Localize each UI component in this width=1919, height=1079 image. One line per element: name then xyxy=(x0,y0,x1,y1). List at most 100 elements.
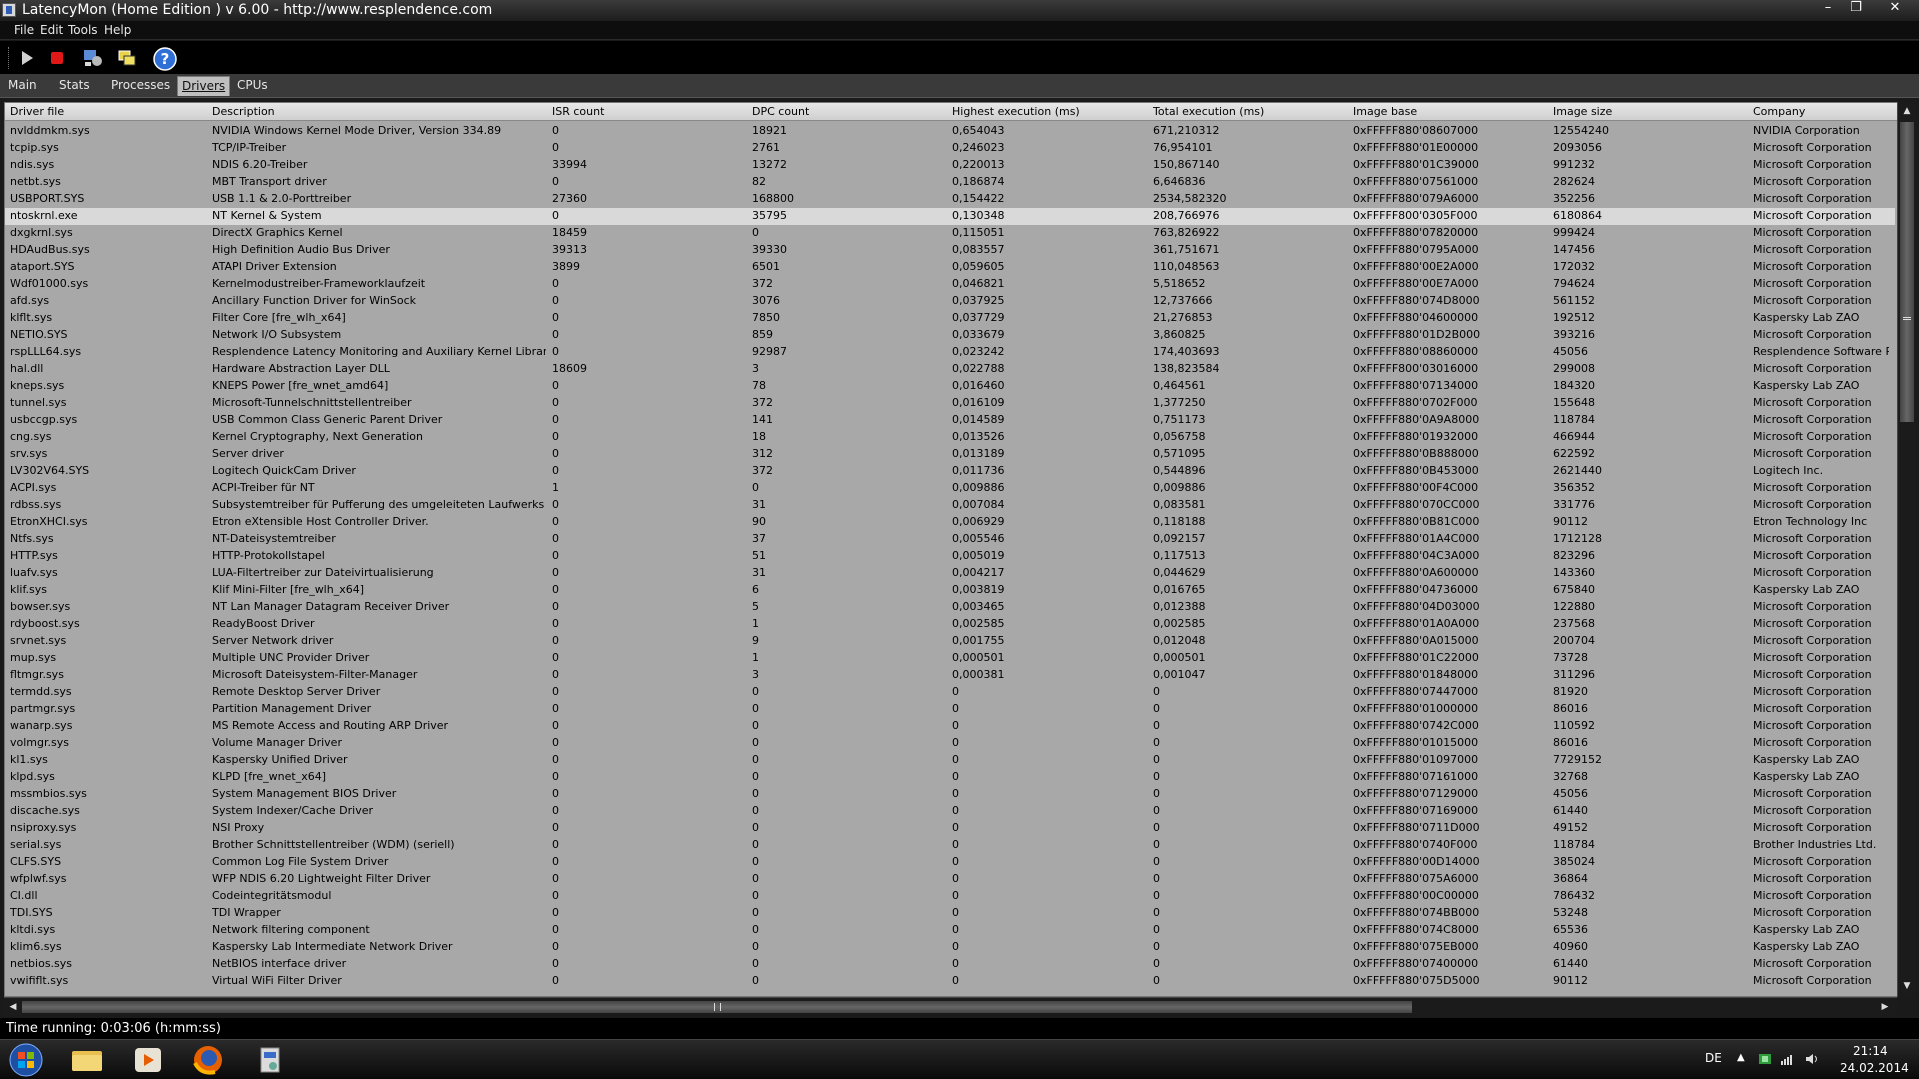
vertical-scrollbar[interactable]: ▲ ▼ xyxy=(1897,102,1915,997)
table-row[interactable]: ndis.sys NDIS 6.20-Treiber 33994 13272 0,220… xyxy=(5,157,1895,174)
table-row[interactable]: termdd.sys Remote Desktop Server Driver 0 0… xyxy=(5,684,1895,701)
header-col-description[interactable]: Description xyxy=(212,105,275,118)
table-row[interactable]: hal.dll Hardware Abstraction Layer DLL 186… xyxy=(5,361,1895,378)
table-row[interactable]: fltmgr.sys Microsoft Dateisystem-Filter-M… xyxy=(5,667,1895,684)
scroll-left-icon[interactable]: ◀ xyxy=(7,1001,19,1013)
table-row[interactable]: CI.dll Codeintegritätsmodul 0 0 0 0 0xFFFFF880… xyxy=(5,888,1895,905)
maximize-button[interactable]: ❐ xyxy=(1843,0,1869,18)
menu-help[interactable]: Help xyxy=(104,23,131,37)
cell-driver-file: tunnel.sys xyxy=(10,396,67,409)
table-row[interactable]: kl1.sys Kaspersky Unified Driver 0 0 0 0 0xFFF… xyxy=(5,752,1895,769)
language-indicator[interactable]: DE xyxy=(1705,1051,1722,1065)
table-row[interactable]: srvnet.sys Server Network driver 0 9 0,00175… xyxy=(5,633,1895,650)
table-row[interactable]: wfplwf.sys WFP NDIS 6.20 Lightweight Filt… xyxy=(5,871,1895,888)
play-icon[interactable] xyxy=(16,47,38,69)
header-col-highest-execution[interactable]: Highest execution (ms) xyxy=(952,105,1080,118)
minimize-button[interactable]: – xyxy=(1815,0,1841,18)
table-row[interactable]: partmgr.sys Partition Management Driver 0 0… xyxy=(5,701,1895,718)
scroll-down-icon[interactable]: ▼ xyxy=(1901,980,1913,992)
table-row[interactable]: rdyboost.sys ReadyBoost Driver 0 1 0,002585 0… xyxy=(5,616,1895,633)
scroll-up-icon[interactable]: ▲ xyxy=(1901,105,1913,117)
windows-start-icon[interactable] xyxy=(5,1043,55,1077)
horizontal-scrollbar[interactable]: ◀ ▶ xyxy=(4,997,1897,1015)
tab-drivers[interactable]: Drivers xyxy=(177,76,231,96)
menu-file[interactable]: File xyxy=(14,23,34,37)
table-row[interactable]: vwififlt.sys Virtual WiFi Filter Driver 0 0… xyxy=(5,973,1895,990)
drivers-table[interactable]: Driver file Description ISR count DPC count… xyxy=(4,102,1899,997)
table-row[interactable]: rdbss.sys Subsystemtreiber für Pufferung … xyxy=(5,497,1895,514)
table-row[interactable]: LV302V64.SYS Logitech QuickCam Driver 0 372… xyxy=(5,463,1895,480)
table-row[interactable]: nsiproxy.sys NSI Proxy 0 0 0 0 0xFFFFF880'0711… xyxy=(5,820,1895,837)
tab-stats[interactable]: Stats xyxy=(55,76,94,96)
table-row[interactable]: luafv.sys LUA-Filtertreiber zur Dateivirt… xyxy=(5,565,1895,582)
table-row[interactable]: USBPORT.SYS USB 1.1 & 2.0-Porttreiber 2736… xyxy=(5,191,1895,208)
table-row[interactable]: volmgr.sys Volume Manager Driver 0 0 0 0 0xFFF… xyxy=(5,735,1895,752)
header-col-image-base[interactable]: Image base xyxy=(1353,105,1417,118)
table-row[interactable]: nvlddmkm.sys NVIDIA Windows Kernel Mode D… xyxy=(5,123,1895,140)
close-button[interactable]: ✕ xyxy=(1882,0,1908,18)
process-settings-icon[interactable] xyxy=(82,47,104,69)
table-row[interactable]: mup.sys Multiple UNC Provider Driver 0 1 0,0… xyxy=(5,650,1895,667)
table-row[interactable]: mssmbios.sys System Management BIOS Drive… xyxy=(5,786,1895,803)
table-row[interactable]: NETIO.SYS Network I/O Subsystem 0 859 0,0336… xyxy=(5,327,1895,344)
clock-date[interactable]: 24.02.2014 xyxy=(1840,1061,1909,1075)
tab-main[interactable]: Main xyxy=(4,76,41,96)
table-row[interactable]: bowser.sys NT Lan Manager Datagram Receiv… xyxy=(5,599,1895,616)
table-row[interactable]: rspLLL64.sys Resplendence Latency Monitor… xyxy=(5,344,1895,361)
show-hidden-icons-icon[interactable]: ▲ xyxy=(1737,1052,1745,1063)
table-row[interactable]: klflt.sys Filter Core [fre_wlh_x64] 0 7850 0… xyxy=(5,310,1895,327)
table-row[interactable]: tcpip.sys TCP/IP-Treiber 0 2761 0,246023 76,9… xyxy=(5,140,1895,157)
table-row[interactable]: srv.sys Server driver 0 312 0,013189 0,571095… xyxy=(5,446,1895,463)
header-col-isr-count[interactable]: ISR count xyxy=(552,105,604,118)
table-row[interactable]: EtronXHCI.sys Etron eXtensible Host Contr… xyxy=(5,514,1895,531)
tab-cpus[interactable]: CPUs xyxy=(233,76,272,96)
table-row[interactable]: Wdf01000.sys Kernelmodustreiber-Framework… xyxy=(5,276,1895,293)
latencymon-icon[interactable] xyxy=(249,1043,299,1077)
clock-time[interactable]: 21:14 xyxy=(1853,1044,1888,1058)
table-row[interactable]: dxgkrnl.sys DirectX Graphics Kernel 18459 0… xyxy=(5,225,1895,242)
table-row[interactable]: netbt.sys MBT Transport driver 0 82 0,186874… xyxy=(5,174,1895,191)
vertical-scroll-thumb[interactable] xyxy=(1900,122,1914,422)
table-row[interactable]: ataport.SYS ATAPI Driver Extension 3899 650… xyxy=(5,259,1895,276)
table-row[interactable]: netbios.sys NetBIOS interface driver 0 0 0 0 0… xyxy=(5,956,1895,973)
table-row[interactable]: cng.sys Kernel Cryptography, Next Generat… xyxy=(5,429,1895,446)
table-row[interactable]: tunnel.sys Microsoft-Tunnelschnittstellen… xyxy=(5,395,1895,412)
header-col-company[interactable]: Company xyxy=(1753,105,1805,118)
table-row[interactable]: HDAudBus.sys High Definition Audio Bus Dr… xyxy=(5,242,1895,259)
header-col-driver-file[interactable]: Driver file xyxy=(10,105,64,118)
help-icon[interactable]: ? xyxy=(153,47,177,71)
header-col-dpc-count[interactable]: DPC count xyxy=(752,105,809,118)
table-row[interactable]: wanarp.sys MS Remote Access and Routing A… xyxy=(5,718,1895,735)
title-bar[interactable]: LatencyMon (Home Edition ) v 6.00 - http… xyxy=(0,0,1919,21)
table-row[interactable]: ACPI.sys ACPI-Treiber für NT 1 0 0,009886 0,0… xyxy=(5,480,1895,497)
table-row[interactable]: klpd.sys KLPD [fre_wnet_x64] 0 0 0 0 0xFFFFF88… xyxy=(5,769,1895,786)
table-row[interactable]: usbccgp.sys USB Common Class Generic Pare… xyxy=(5,412,1895,429)
header-col-total-execution[interactable]: Total execution (ms) xyxy=(1153,105,1264,118)
header-col-image-size[interactable]: Image size xyxy=(1553,105,1612,118)
table-row[interactable]: Ntfs.sys NT-Dateisystemtreiber 0 37 0,005546… xyxy=(5,531,1895,548)
table-row[interactable]: kltdi.sys Network filtering component 0 0 0 0… xyxy=(5,922,1895,939)
table-row[interactable]: CLFS.SYS Common Log File System Driver 0 0 0… xyxy=(5,854,1895,871)
horizontal-scroll-thumb[interactable] xyxy=(22,1001,1412,1013)
table-row[interactable]: ntoskrnl.exe NT Kernel & System 0 35795 0,13… xyxy=(5,208,1895,225)
table-row[interactable]: afd.sys Ancillary Function Driver for Win… xyxy=(5,293,1895,310)
table-row[interactable]: TDI.SYS TDI Wrapper 0 0 0 0 0xFFFFF880'074BB00… xyxy=(5,905,1895,922)
network-icon[interactable] xyxy=(1780,1052,1794,1069)
table-row[interactable]: serial.sys Brother Schnittstellentreiber … xyxy=(5,837,1895,854)
firefox-icon[interactable] xyxy=(187,1043,237,1077)
scroll-right-icon[interactable]: ▶ xyxy=(1879,1001,1891,1013)
stop-icon[interactable] xyxy=(46,47,68,69)
media-player-icon[interactable] xyxy=(127,1043,177,1077)
menu-tools[interactable]: Tools xyxy=(68,23,98,37)
table-row[interactable]: discache.sys System Indexer/Cache Driver 0… xyxy=(5,803,1895,820)
table-row[interactable]: HTTP.sys HTTP-Protokollstapel 0 51 0,005019 0… xyxy=(5,548,1895,565)
volume-icon[interactable] xyxy=(1805,1052,1821,1069)
tab-processes[interactable]: Processes xyxy=(107,76,174,96)
explorer-icon[interactable] xyxy=(66,1043,116,1077)
table-row[interactable]: klim6.sys Kaspersky Lab Intermediate Netw… xyxy=(5,939,1895,956)
windows-icon[interactable] xyxy=(116,47,138,69)
table-row[interactable]: kneps.sys KNEPS Power [fre_wnet_amd64] 0 78… xyxy=(5,378,1895,395)
menu-edit[interactable]: Edit xyxy=(40,23,63,37)
kaspersky-tray-icon[interactable] xyxy=(1758,1052,1772,1069)
table-row[interactable]: klif.sys Klif Mini-Filter [fre_wlh_x64] 0 6… xyxy=(5,582,1895,599)
